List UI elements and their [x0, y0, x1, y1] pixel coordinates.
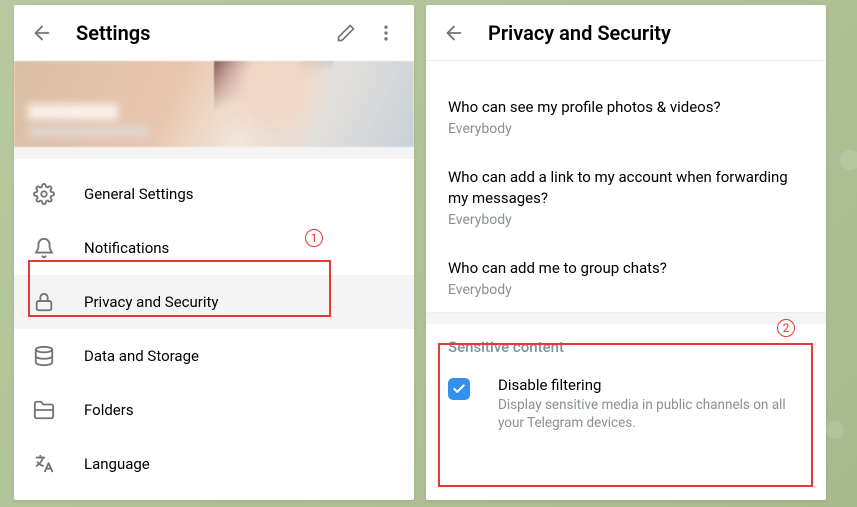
- sidebar-item-privacy[interactable]: Privacy and Security: [14, 275, 414, 329]
- bell-icon: [32, 236, 56, 260]
- privacy-item-title: Who can add me to group chats?: [448, 258, 804, 278]
- sidebar-item-label: Data and Storage: [84, 347, 199, 365]
- arrow-left-icon: [31, 22, 53, 44]
- privacy-panel: Privacy and Security Who can see my prof…: [426, 5, 826, 500]
- sidebar-item-folders[interactable]: Folders: [14, 383, 414, 437]
- sidebar-item-label: Folders: [84, 401, 134, 419]
- privacy-item-title: Who can see my profile photos & videos?: [448, 97, 804, 117]
- disable-filtering-row[interactable]: Disable filtering Display sensitive medi…: [426, 358, 826, 446]
- sidebar-item-language[interactable]: Language: [14, 437, 414, 491]
- lock-icon: [32, 290, 56, 314]
- privacy-title: Privacy and Security: [488, 21, 818, 45]
- privacy-item-title: Who can add a link to my account when fo…: [448, 167, 804, 208]
- back-button[interactable]: [434, 13, 474, 53]
- sidebar-item-general[interactable]: General Settings: [14, 167, 414, 221]
- edit-button[interactable]: [326, 13, 366, 53]
- settings-list: General Settings Notifications Privacy a…: [14, 159, 414, 491]
- privacy-item-value: Everybody: [448, 282, 804, 298]
- sidebar-item-label: General Settings: [84, 185, 194, 203]
- privacy-item-value: Everybody: [448, 121, 804, 137]
- sidebar-item-label: Notifications: [84, 239, 169, 257]
- more-button[interactable]: [366, 13, 406, 53]
- disable-filtering-checkbox[interactable]: [448, 378, 470, 400]
- disable-filtering-desc: Display sensitive media in public channe…: [498, 396, 804, 432]
- privacy-header: Privacy and Security: [426, 5, 826, 61]
- profile-banner[interactable]: [14, 61, 414, 147]
- settings-title: Settings: [76, 21, 326, 45]
- more-vertical-icon: [376, 23, 396, 43]
- arrow-left-icon: [443, 22, 465, 44]
- settings-panel: Settings General Settings Notifications: [14, 5, 414, 500]
- gear-icon: [32, 182, 56, 206]
- folder-icon: [32, 398, 56, 422]
- section-title-sensitive: Sensitive content: [426, 324, 826, 358]
- database-icon: [32, 344, 56, 368]
- check-icon: [452, 382, 466, 396]
- privacy-item-group-chats[interactable]: Who can add me to group chats? Everybody: [426, 242, 826, 312]
- language-icon: [32, 452, 56, 476]
- privacy-item-forward-link[interactable]: Who can add a link to my account when fo…: [426, 151, 826, 242]
- pencil-icon: [336, 23, 356, 43]
- privacy-item-photos[interactable]: Who can see my profile photos & videos? …: [426, 81, 826, 151]
- settings-header: Settings: [14, 5, 414, 61]
- sidebar-item-label: Privacy and Security: [84, 293, 219, 311]
- privacy-item-value: Everybody: [448, 212, 804, 228]
- back-button[interactable]: [22, 13, 62, 53]
- sidebar-item-notifications[interactable]: Notifications: [14, 221, 414, 275]
- sidebar-item-label: Language: [84, 455, 150, 473]
- disable-filtering-label: Disable filtering: [498, 376, 804, 394]
- sidebar-item-data-storage[interactable]: Data and Storage: [14, 329, 414, 383]
- profile-text: [28, 104, 148, 137]
